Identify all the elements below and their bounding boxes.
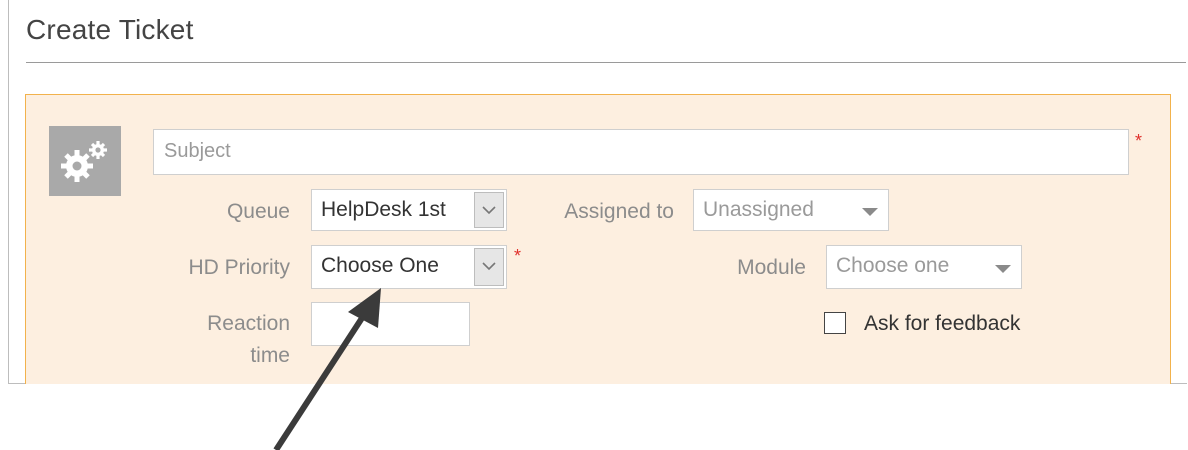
module-label: Module [737, 256, 806, 279]
queue-select[interactable]: HelpDesk 1st [311, 189, 507, 231]
subject-input[interactable]: Subject [153, 129, 1129, 175]
hd-priority-value: Choose One [321, 254, 439, 277]
title-divider [26, 62, 1186, 63]
reaction-time-label-line1: Reaction [207, 312, 290, 335]
reaction-time-input[interactable] [311, 302, 470, 346]
chevron-down-icon [995, 265, 1011, 273]
assigned-to-select[interactable]: Unassigned [693, 189, 889, 231]
assigned-to-value: Unassigned [703, 198, 814, 221]
page-background [0, 384, 1188, 450]
assigned-to-label: Assigned to [564, 200, 674, 223]
reaction-time-label-line2: time [250, 344, 290, 367]
gears-icon [49, 126, 121, 196]
ask-feedback-checkbox[interactable] [824, 312, 846, 334]
chevron-down-icon[interactable] [474, 192, 504, 228]
hd-priority-select[interactable]: Choose One [311, 245, 507, 289]
ask-feedback-label: Ask for feedback [864, 312, 1021, 335]
chevron-down-icon[interactable] [474, 248, 504, 286]
hd-priority-required-mark: * [514, 246, 522, 266]
module-select[interactable]: Choose one [826, 245, 1022, 289]
queue-value: HelpDesk 1st [321, 198, 446, 221]
subject-required-mark: * [1135, 131, 1143, 151]
page-title: Create Ticket [26, 14, 194, 45]
chevron-down-icon [862, 208, 878, 216]
hd-priority-label: HD Priority [188, 256, 290, 279]
reaction-time-label: Reaction time [140, 312, 290, 376]
module-value: Choose one [836, 254, 950, 277]
queue-label: Queue [226, 200, 290, 223]
